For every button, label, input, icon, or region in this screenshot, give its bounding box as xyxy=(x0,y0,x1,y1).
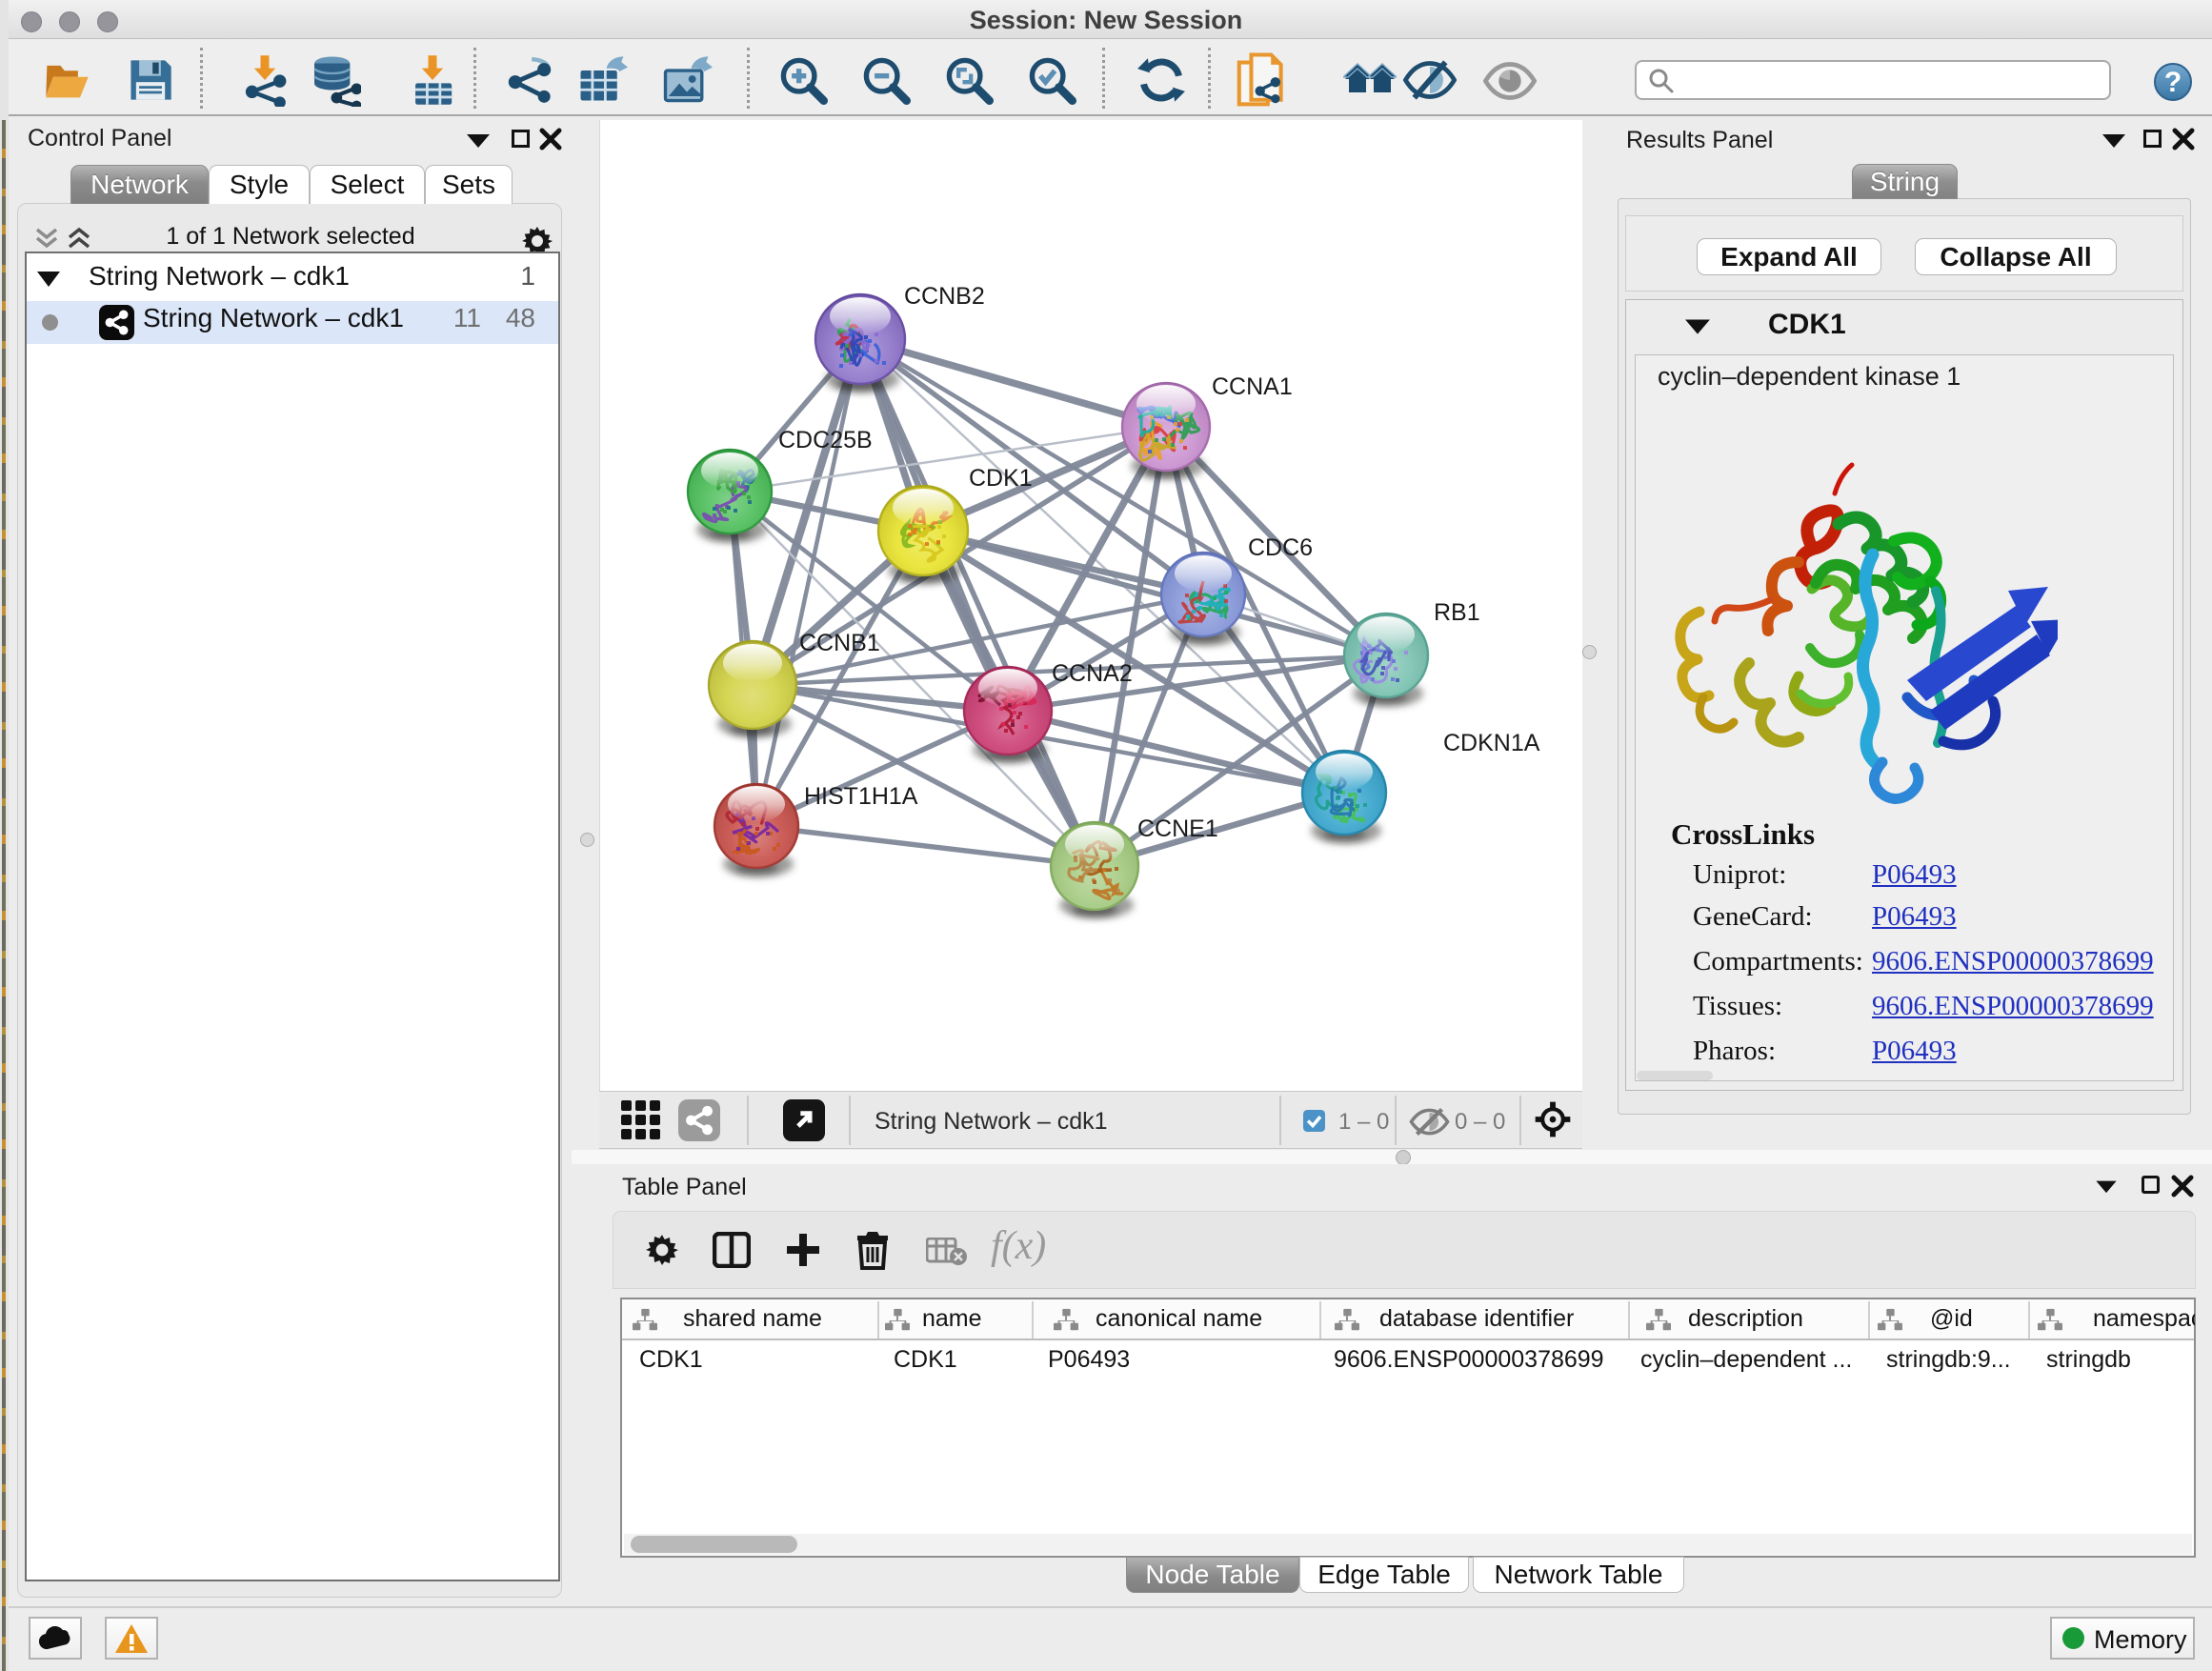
svg-text:HIST1H1A: HIST1H1A xyxy=(804,783,918,810)
svg-text:CCNE1: CCNE1 xyxy=(1137,815,1218,842)
svg-text:CDC25B: CDC25B xyxy=(778,427,873,453)
svg-text:CDKN1A: CDKN1A xyxy=(1443,730,1540,756)
svg-text:CCNA2: CCNA2 xyxy=(1052,660,1133,687)
svg-text:CDK1: CDK1 xyxy=(969,465,1033,492)
svg-text:CCNB1: CCNB1 xyxy=(799,630,880,656)
svg-text:CDC6: CDC6 xyxy=(1248,534,1313,561)
svg-text:RB1: RB1 xyxy=(1434,599,1480,626)
svg-text:CCNB2: CCNB2 xyxy=(904,283,985,310)
svg-text:CCNA1: CCNA1 xyxy=(1212,373,1293,400)
